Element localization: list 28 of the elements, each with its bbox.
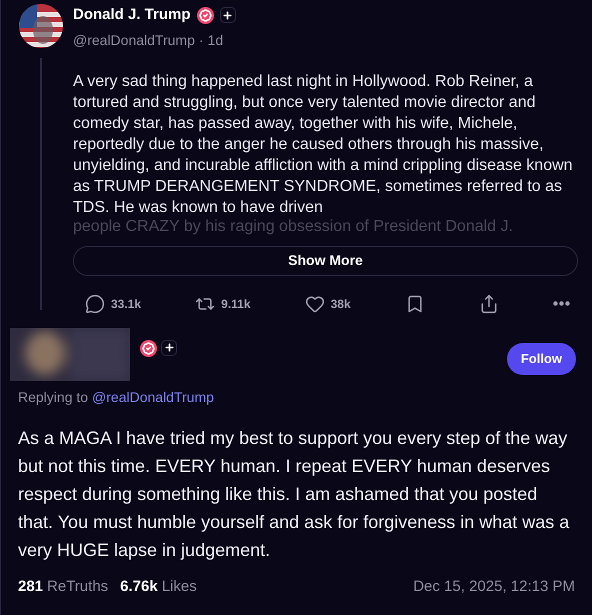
reply-date: Dec 15, 2025, 12:13 PM bbox=[413, 576, 575, 596]
heart-button[interactable]: 38k bbox=[304, 294, 351, 314]
share-icon bbox=[478, 294, 499, 314]
post-text-faded: people CRAZY by his raging obsession of President Donald J. bbox=[73, 218, 514, 236]
avatar[interactable] bbox=[19, 4, 63, 48]
replying-handle-link[interactable]: @realDonaldTrump bbox=[92, 386, 214, 408]
plus-badge-icon bbox=[161, 340, 177, 356]
author-handle[interactable]: @realDonaldTrump bbox=[73, 30, 195, 50]
heart-icon bbox=[304, 294, 325, 314]
comment-icon bbox=[85, 294, 105, 314]
more-icon bbox=[552, 301, 570, 306]
author-name[interactable]: Donald J. Trump bbox=[73, 4, 191, 26]
replying-label: Replying to bbox=[18, 388, 88, 407]
stat-count: 281 bbox=[18, 576, 44, 596]
separator-dot: · bbox=[198, 30, 204, 50]
stat-count: 6.76k bbox=[120, 576, 158, 596]
repost-button[interactable]: 9.11k bbox=[195, 294, 251, 314]
show-more-button[interactable]: Show More bbox=[73, 246, 578, 276]
stat-label[interactable]: Likes bbox=[162, 576, 197, 598]
share-button[interactable] bbox=[478, 294, 499, 314]
stat-label[interactable]: ReTruths bbox=[47, 576, 108, 598]
comment-button[interactable]: 33.1k bbox=[85, 294, 142, 314]
post-time: 1d bbox=[208, 30, 224, 50]
reply-text: As a MAGA I have tried my best to support you every step of the way but not this time. EVERY human. I repeat EVERY human deserves respect during something like this. I am ashamed that you posted that. You must humble yourself and ask for forgiveness in what was a very HUGE lapse in judgement. bbox=[17, 426, 570, 562]
follow-button[interactable]: Follow bbox=[506, 342, 576, 374]
post-text: A very sad thing happened last night in Hollywood. Rob Reiner, a tortured and struggling, but once very talented movie director and comedy star, has passed away, together with his wife, Michele, reportedly due to the anger he caused others through his massive, unyielding, and incurable affliction with a mind crippling disease known as TRUMP DERANGEMENT SYNDROME, sometimes referred to as TDS. He was known to have driven bbox=[73, 72, 574, 218]
plus-badge-icon bbox=[220, 7, 236, 24]
more-button[interactable] bbox=[552, 301, 570, 306]
